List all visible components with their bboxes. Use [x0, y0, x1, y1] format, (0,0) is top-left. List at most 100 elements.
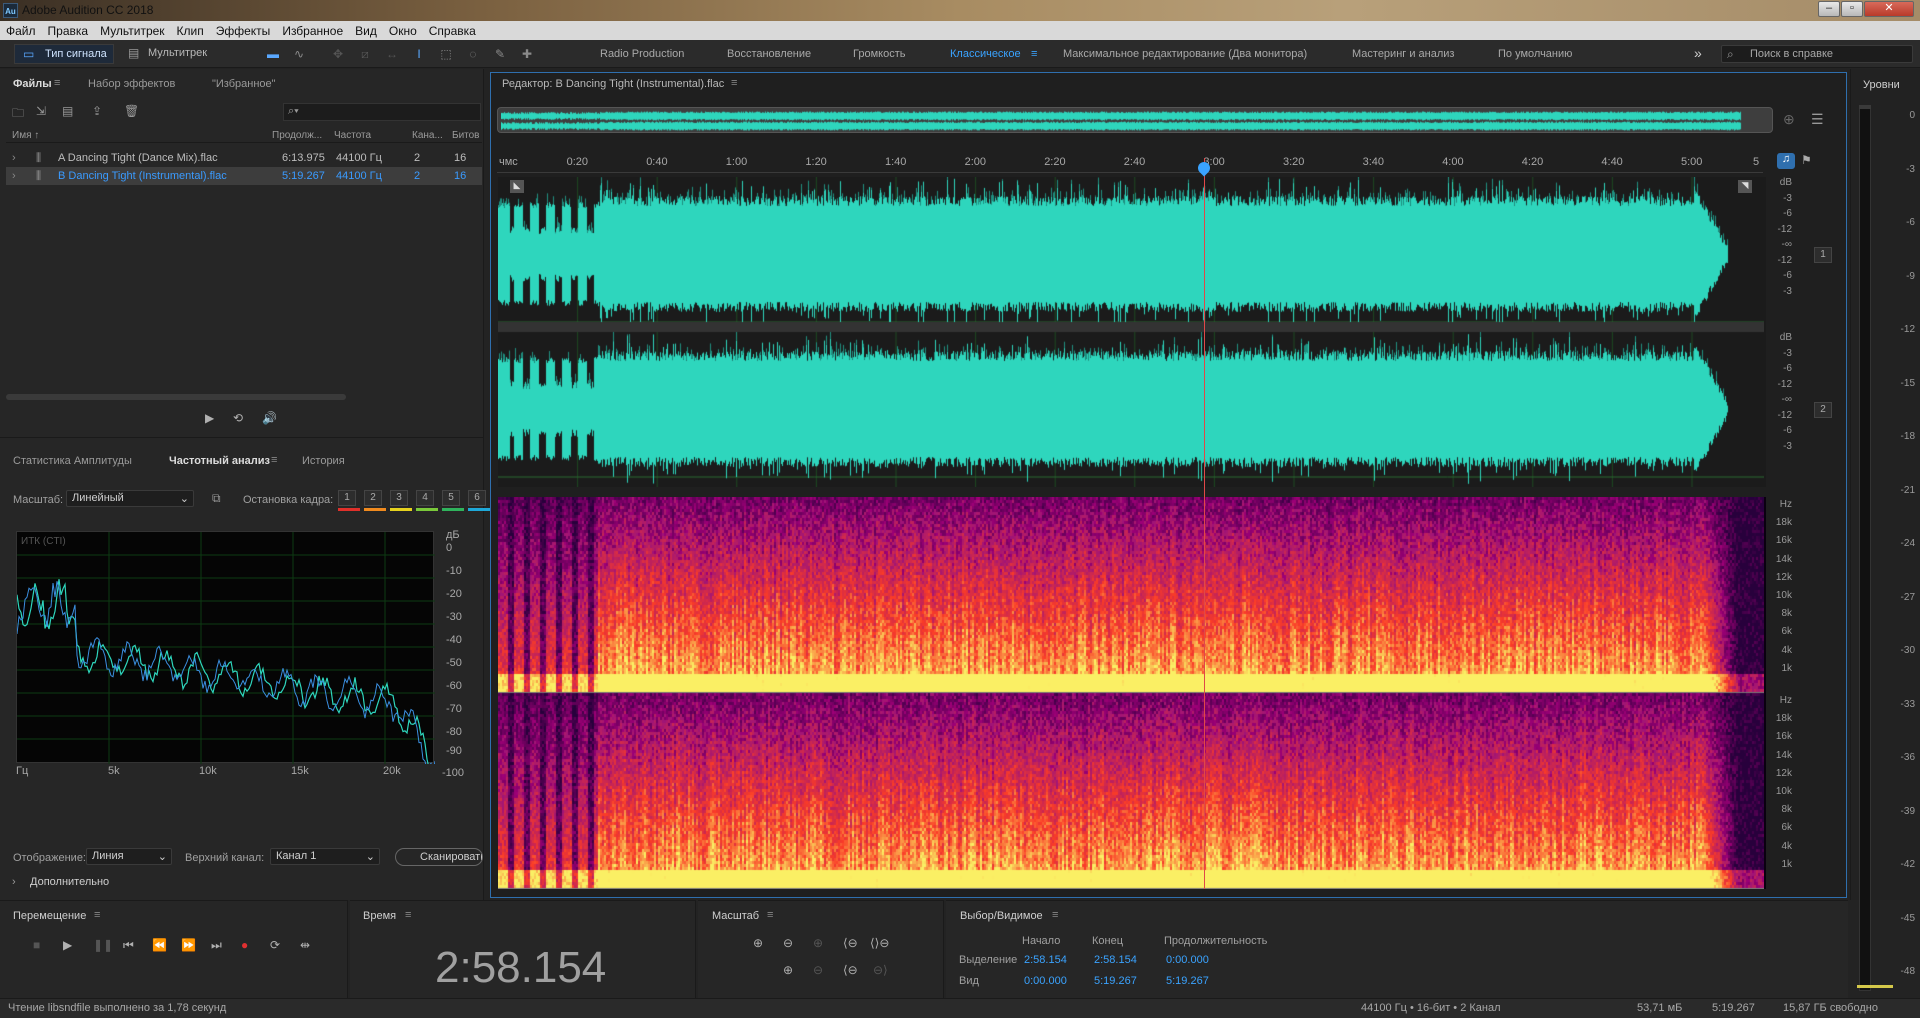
- view-start-field[interactable]: 0:00.000: [1024, 975, 1067, 987]
- fade-in-handle[interactable]: ◣: [510, 180, 524, 193]
- waveform-view-button[interactable]: ▭ Тип сигнала: [14, 44, 114, 64]
- channel-dropdown[interactable]: Канал 1 ⌄: [270, 848, 380, 865]
- panel-menu-icon[interactable]: ≡: [1052, 909, 1058, 921]
- zoom-left-icon[interactable]: ⟨⊖: [843, 963, 858, 977]
- razor-tool-icon[interactable]: ⧄: [357, 47, 373, 61]
- waveform-display[interactable]: ◣ ◥: [498, 177, 1838, 487]
- tab-effects-rack[interactable]: Набор эффектов: [88, 78, 175, 90]
- frequency-plot[interactable]: ИТК (CTI): [16, 531, 435, 764]
- freeze-button-1[interactable]: 1: [338, 490, 356, 506]
- waveform-display-icon[interactable]: ▬: [265, 47, 281, 61]
- workspace-restoration[interactable]: Восстановление: [727, 48, 811, 60]
- col-bits[interactable]: Битов: [452, 130, 480, 141]
- new-file-icon[interactable]: ▤: [62, 104, 73, 118]
- menu-window[interactable]: Окно: [383, 21, 423, 40]
- panel-menu-icon[interactable]: ≡: [767, 909, 773, 921]
- workspace-menu-icon[interactable]: ≡: [1031, 48, 1037, 60]
- autoplay-icon[interactable]: 🔊: [262, 411, 277, 425]
- stop-icon[interactable]: ■: [33, 938, 40, 952]
- layout-icon[interactable]: ☰: [1811, 111, 1824, 128]
- expand-icon[interactable]: ›: [12, 152, 16, 164]
- menu-edit[interactable]: Правка: [42, 21, 95, 40]
- delete-icon[interactable]: 🗑: [124, 104, 139, 118]
- file-row-selected[interactable]: › ⫼ B Dancing Tight (Instrumental).flac …: [6, 167, 482, 185]
- scan-button[interactable]: Сканировать: [395, 848, 483, 866]
- play-preview-icon[interactable]: ▶: [205, 411, 214, 425]
- play-icon[interactable]: ▶: [63, 938, 72, 952]
- menu-effects[interactable]: Эффекты: [210, 21, 277, 40]
- expand-icon[interactable]: ›: [12, 876, 16, 888]
- maximize-button[interactable]: ▫: [1841, 1, 1863, 17]
- zoom-in-icon[interactable]: ⊕: [1783, 111, 1795, 128]
- overview-bar[interactable]: [497, 107, 1773, 133]
- time-ruler[interactable]: чмс 0:20 0:40 1:00 1:20 1:40 2:00 2:20 2:40 3:00 3…: [497, 153, 1763, 173]
- spectral-display-icon[interactable]: ∿: [291, 47, 307, 61]
- scale-dropdown[interactable]: Линейный ⌄: [66, 490, 194, 507]
- workspace-classic[interactable]: Классическое: [950, 48, 1021, 60]
- selection-start-field[interactable]: 2:58.154: [1024, 954, 1067, 966]
- zoom-out-amplitude-icon[interactable]: ⊖: [783, 936, 793, 950]
- panel-menu-icon[interactable]: ≡: [54, 77, 60, 89]
- spot-healing-icon[interactable]: ✚: [519, 47, 535, 61]
- to-start-icon[interactable]: ⏮: [123, 938, 134, 953]
- freeze-button-6[interactable]: 6: [468, 490, 486, 506]
- panel-menu-icon[interactable]: ≡: [271, 454, 277, 466]
- panel-menu-icon[interactable]: ≡: [405, 909, 411, 921]
- marquee-tool-icon[interactable]: ⬚: [438, 47, 454, 61]
- menu-clip[interactable]: Клип: [171, 21, 210, 40]
- headphones-icon[interactable]: ♫: [1777, 153, 1795, 169]
- col-duration[interactable]: Продолж...: [272, 130, 322, 141]
- horizontal-scrollbar[interactable]: [6, 394, 346, 400]
- pause-icon[interactable]: ❚❚: [93, 938, 113, 952]
- freeze-button-3[interactable]: 3: [390, 490, 408, 506]
- spectral-display[interactable]: [498, 497, 1838, 889]
- tab-files[interactable]: Файлы: [13, 78, 52, 90]
- menu-multitrack[interactable]: Мультитрек: [94, 21, 170, 40]
- selection-end-field[interactable]: 2:58.154: [1094, 954, 1137, 966]
- channel-2-button[interactable]: 2: [1814, 402, 1832, 418]
- col-name[interactable]: Имя ↑: [12, 130, 39, 141]
- col-rate[interactable]: Частота: [334, 130, 371, 141]
- menu-help[interactable]: Справка: [423, 21, 482, 40]
- help-search-field[interactable]: ⌕ Поиск в справке: [1721, 45, 1913, 63]
- tab-amplitude-stats[interactable]: Статистика Амплитуды: [13, 455, 132, 467]
- loop-preview-icon[interactable]: ⟲: [233, 411, 243, 425]
- import-icon[interactable]: ⇲: [36, 104, 46, 118]
- channel-1-button[interactable]: 1: [1814, 247, 1832, 263]
- slip-tool-icon[interactable]: ↔: [384, 47, 400, 61]
- freeze-button-5[interactable]: 5: [442, 490, 460, 506]
- display-dropdown[interactable]: Линия ⌄: [86, 848, 172, 865]
- workspace-max-edit[interactable]: Максимальное редактирование (Два монитор…: [1063, 48, 1307, 60]
- skip-selection-icon[interactable]: ⇹: [300, 938, 310, 952]
- rewind-icon[interactable]: ⏪: [152, 938, 167, 952]
- tab-frequency-analysis[interactable]: Частотный анализ: [169, 455, 270, 467]
- freeze-button-4[interactable]: 4: [416, 490, 434, 506]
- file-row[interactable]: › ⫼ A Dancing Tight (Dance Mix).flac 6:1…: [6, 149, 482, 167]
- fast-forward-icon[interactable]: ⏩: [181, 938, 196, 952]
- zoom-out-full-icon[interactable]: ⟨⊖: [843, 936, 858, 950]
- fade-out-handle[interactable]: ◥: [1738, 180, 1752, 193]
- to-end-icon[interactable]: ⏭: [211, 938, 222, 953]
- view-end-field[interactable]: 5:19.267: [1094, 975, 1137, 987]
- loop-icon[interactable]: ⟳: [270, 938, 280, 952]
- workspace-loudness[interactable]: Громкость: [853, 48, 905, 60]
- insert-icon[interactable]: ⇪: [92, 104, 102, 118]
- overlay-icon[interactable]: ⧉: [212, 491, 221, 506]
- zoom-in-time-icon[interactable]: ⊕: [813, 936, 823, 950]
- minimize-button[interactable]: –: [1818, 1, 1840, 17]
- zoom-right-icon[interactable]: ⊖⟩: [873, 963, 888, 977]
- zoom-out-time-icon[interactable]: ⊖: [813, 963, 823, 977]
- files-search-input[interactable]: ⌕▾: [283, 103, 481, 121]
- record-icon[interactable]: ●: [241, 938, 248, 952]
- multitrack-view-button[interactable]: ▤ Мультитрек: [124, 44, 220, 64]
- workspace-default[interactable]: По умолчанию: [1498, 48, 1572, 60]
- more-workspaces-button[interactable]: »: [1694, 45, 1702, 61]
- marker-icon[interactable]: ⚑: [1801, 153, 1812, 167]
- view-duration-field[interactable]: 5:19.267: [1166, 975, 1209, 987]
- playhead[interactable]: [1204, 158, 1206, 889]
- tab-favorites[interactable]: "Избранное": [212, 78, 276, 90]
- time-selection-tool-icon[interactable]: Ι: [411, 47, 427, 61]
- panel-menu-icon[interactable]: ≡: [731, 77, 737, 89]
- panel-menu-icon[interactable]: ≡: [94, 909, 100, 921]
- open-file-icon[interactable]: 🗀: [12, 104, 24, 125]
